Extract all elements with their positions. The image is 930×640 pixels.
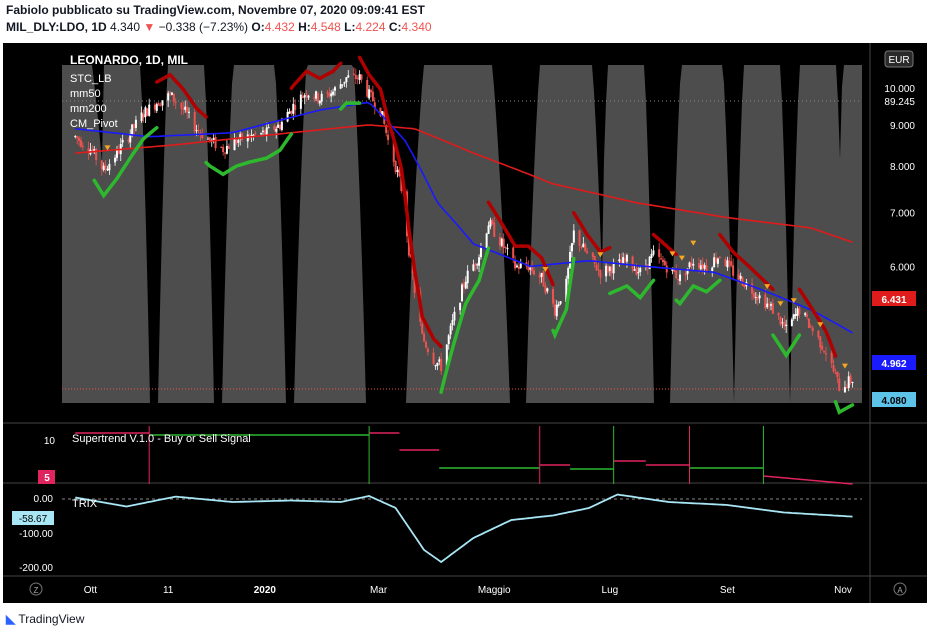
trix-value-label: -58.67: [19, 514, 48, 525]
trix-y-tick: -200.00: [19, 563, 53, 574]
x-tick-label: Maggio: [478, 585, 511, 596]
close-value: 4.340: [401, 20, 432, 34]
trix-y-tick: -100.00: [19, 529, 53, 540]
supertrend-label: 5: [44, 473, 50, 484]
last-price: 4.340: [110, 20, 141, 34]
open-value: 4.432: [264, 20, 295, 34]
publish-line: Fabiolo pubblicato su TradingView.com, N…: [6, 3, 425, 17]
down-arrow-icon: ▼: [143, 20, 156, 34]
supertrend-title: Supertrend V.1.0 - Buy or Sell Signal: [72, 433, 251, 445]
stc-area: [62, 65, 862, 403]
x-tick-label: Set: [720, 585, 735, 596]
legend-item: CM_Pivot: [70, 118, 118, 130]
x-tick-label: 11: [163, 585, 174, 596]
mm50-price-tag: 4.962: [881, 359, 906, 370]
legend-item: STC_LB: [70, 73, 112, 85]
legend-item: mm200: [70, 103, 107, 115]
close-label: C:: [388, 20, 402, 34]
trix-y-tick: 0.00: [34, 494, 54, 505]
legend-item: mm50: [70, 88, 101, 100]
y-tick-label: 9.000: [890, 121, 915, 132]
y-tick-label: 7.000: [890, 209, 915, 220]
auto-icon: A: [897, 586, 903, 595]
x-tick-label: 2020: [254, 585, 277, 596]
x-tick-label: Nov: [834, 585, 852, 596]
trix-title: TRIX: [72, 498, 98, 510]
symbol-info: MIL_DLY:LDO, 1D 4.340 ▼ −0.338 (−7.23%) …: [6, 20, 432, 34]
x-tick-label: Lug: [602, 585, 619, 596]
low-label: L:: [344, 20, 356, 34]
x-tick-label: Mar: [370, 585, 388, 596]
open-label: O:: [251, 20, 265, 34]
price-change: −0.338 (−7.23%): [158, 20, 249, 34]
mm200-price-tag: 6.431: [881, 295, 906, 306]
tradingview-icon: ◣: [6, 612, 16, 626]
brand-name: TradingView: [18, 612, 85, 626]
y-tick-label: 8.000: [890, 162, 915, 173]
top-price-label: 89.245: [884, 97, 915, 108]
y-tick-label: 10.000: [884, 84, 915, 95]
currency-label: EUR: [888, 55, 909, 66]
x-tick-label: Ott: [84, 585, 98, 596]
symbol-name: MIL_DLY:LDO, 1D: [6, 20, 107, 34]
chart-canvas[interactable]: Supertrend V.1.0 - Buy or Sell Signal TRI…: [0, 40, 930, 606]
y-tick-label: 6.000: [890, 262, 915, 273]
high-label: H:: [298, 20, 311, 34]
supertrend-y-tick: 10: [44, 436, 56, 447]
last-price-tag: 4.080: [881, 396, 906, 407]
chart-title: LEONARDO, 1D, MIL: [70, 53, 188, 67]
zoom-icon: Z: [34, 586, 39, 595]
low-value: 4.224: [355, 20, 386, 34]
high-value: 4.548: [310, 20, 341, 34]
tradingview-logo: ◣ TradingView: [6, 612, 84, 626]
publish-info: Fabiolo pubblicato su TradingView.com, N…: [6, 3, 425, 17]
